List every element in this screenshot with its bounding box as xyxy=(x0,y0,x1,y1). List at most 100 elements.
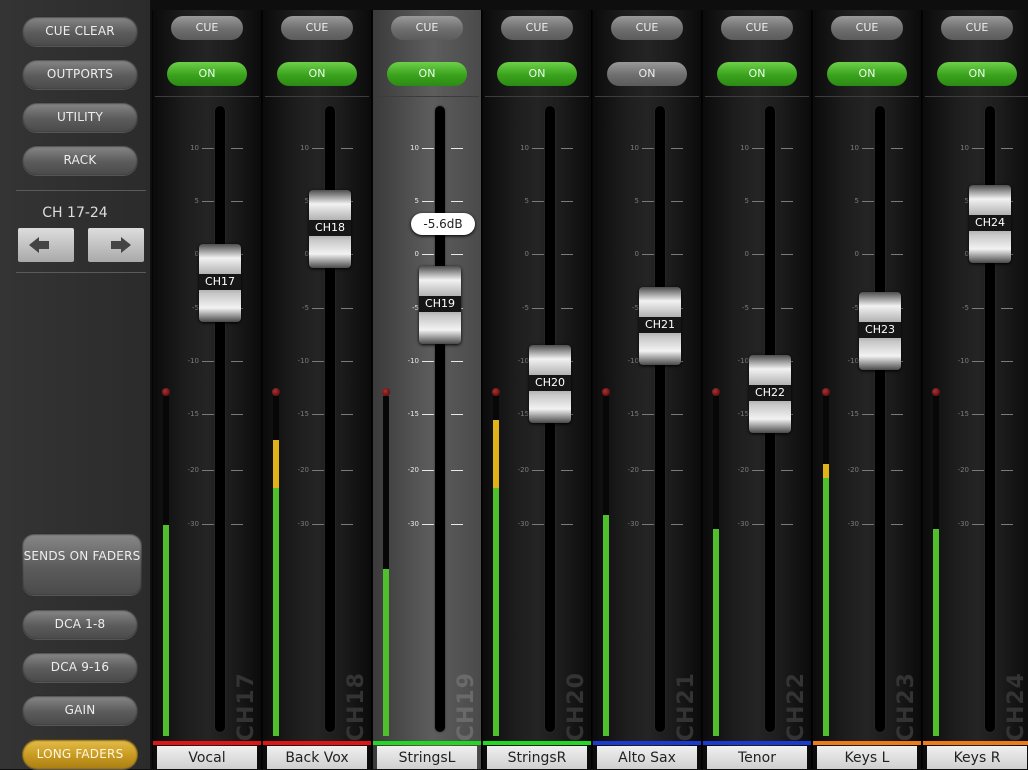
scale-label: -20 xyxy=(297,466,309,474)
scale-label: 5 xyxy=(634,197,639,205)
fader-knob[interactable]: CH17 xyxy=(199,244,241,322)
channel-color-bar xyxy=(373,741,481,745)
channel-name[interactable]: Keys L xyxy=(817,746,917,769)
scale-label: 0 xyxy=(854,250,859,258)
scale-label: -10 xyxy=(297,357,309,365)
rack-button[interactable]: RACK xyxy=(22,145,138,175)
channel-name[interactable]: Back Vox xyxy=(267,746,367,769)
cue-button[interactable]: CUE xyxy=(171,16,243,40)
cue-button[interactable]: CUE xyxy=(391,16,463,40)
channel-strip: CUE ON 10 5 0 -5 -10 -15 -20 xyxy=(702,10,812,769)
on-button[interactable]: ON xyxy=(607,62,687,86)
scale-label: 10 xyxy=(740,144,749,152)
scale-label: -10 xyxy=(187,357,199,365)
scale-label: -10 xyxy=(737,357,749,365)
dca-1-8-button[interactable]: DCA 1-8 xyxy=(22,609,138,639)
on-button[interactable]: ON xyxy=(937,62,1017,86)
dca-9-16-button[interactable]: DCA 9-16 xyxy=(22,652,138,682)
fader-track xyxy=(215,106,225,732)
channel-watermark: CH19 xyxy=(454,671,479,741)
channel-name[interactable]: Vocal xyxy=(157,746,257,769)
scale-label: -10 xyxy=(517,357,529,365)
on-button[interactable]: ON xyxy=(717,62,797,86)
fader-knob[interactable]: CH19 xyxy=(419,266,461,344)
scale-label: -30 xyxy=(187,520,199,528)
scale-label: -5 xyxy=(962,304,969,312)
scale-label: -15 xyxy=(957,410,969,418)
bank-label: CH 17-24 xyxy=(42,205,108,221)
fader-knob[interactable]: CH22 xyxy=(749,355,791,433)
fader-knob[interactable]: CH23 xyxy=(859,292,901,370)
cue-button[interactable]: CUE xyxy=(831,16,903,40)
scale-label: -20 xyxy=(627,466,639,474)
fader-label: CH21 xyxy=(639,317,681,333)
sidebar: CUE CLEAR OUTPORTS UTILITY RACK CH 17-24… xyxy=(0,0,151,769)
scale-label: -10 xyxy=(627,357,639,365)
channel-name[interactable]: Alto Sax xyxy=(597,746,697,769)
scale-label: 10 xyxy=(190,144,199,152)
fader-knob[interactable]: CH21 xyxy=(639,287,681,365)
meter-fill-yellow xyxy=(823,464,829,478)
channel-name[interactable]: Keys R xyxy=(927,746,1027,769)
scale-label: -30 xyxy=(407,520,419,528)
meter-fill xyxy=(713,529,719,736)
meter-fill xyxy=(273,488,279,736)
divider xyxy=(815,96,919,97)
peak-indicator xyxy=(272,388,280,396)
scale-label: -5 xyxy=(302,304,309,312)
cue-button[interactable]: CUE xyxy=(501,16,573,40)
scale-label: 10 xyxy=(960,144,969,152)
cue-button[interactable]: CUE xyxy=(281,16,353,40)
meter-fill xyxy=(383,569,389,736)
cue-button[interactable]: CUE xyxy=(721,16,793,40)
on-button[interactable]: ON xyxy=(827,62,907,86)
scale-label: -15 xyxy=(737,410,749,418)
divider xyxy=(705,96,809,97)
channel-watermark: CH24 xyxy=(1004,671,1028,741)
scale-label: -5 xyxy=(852,304,859,312)
cue-clear-button[interactable]: CUE CLEAR xyxy=(22,16,138,46)
scale-label: -5 xyxy=(632,304,639,312)
on-button[interactable]: ON xyxy=(277,62,357,86)
peak-indicator xyxy=(712,388,720,396)
scale-label: 0 xyxy=(744,250,749,258)
scale-label: -30 xyxy=(297,520,309,528)
level-meter xyxy=(493,396,499,736)
cue-button[interactable]: CUE xyxy=(941,16,1013,40)
channel-color-bar xyxy=(263,741,371,745)
scale-label: -5 xyxy=(412,304,419,312)
mixer-app: CUE CLEAR OUTPORTS UTILITY RACK CH 17-24… xyxy=(0,0,1028,769)
scale-label: 0 xyxy=(414,250,419,258)
channel-watermark: CH20 xyxy=(564,671,589,741)
channel-name[interactable]: Tenor xyxy=(707,746,807,769)
on-button[interactable]: ON xyxy=(497,62,577,86)
fader-knob[interactable]: CH24 xyxy=(969,185,1011,263)
fader-label: CH24 xyxy=(969,215,1011,231)
bank-prev-button[interactable] xyxy=(18,228,74,262)
long-faders-button[interactable]: LONG FADERS xyxy=(22,739,138,769)
channel-name[interactable]: StringsL xyxy=(377,746,477,769)
peak-indicator xyxy=(932,388,940,396)
channel-name[interactable]: StringsR xyxy=(487,746,587,769)
peak-indicator xyxy=(822,388,830,396)
cue-button[interactable]: CUE xyxy=(611,16,683,40)
fader-knob[interactable]: CH20 xyxy=(529,345,571,423)
fader-knob[interactable]: CH18 xyxy=(309,190,351,268)
on-button[interactable]: ON xyxy=(387,62,467,86)
channel-strip: CUE ON 10 5 0 -5 -10 -15 -20 xyxy=(592,10,702,769)
sends-on-faders-button[interactable]: SENDS ON FADERS xyxy=(22,533,142,595)
meter-fill xyxy=(603,515,609,736)
scale-label: -15 xyxy=(187,410,199,418)
gain-button[interactable]: GAIN xyxy=(22,695,138,725)
outports-button[interactable]: OUTPORTS xyxy=(22,59,138,89)
channel-strip: CUE ON 10 5 0 -5 -10 -15 -20 xyxy=(152,10,262,769)
utility-button[interactable]: UTILITY xyxy=(22,102,138,132)
level-meter xyxy=(823,396,829,736)
scale-label: 0 xyxy=(524,250,529,258)
meter-fill xyxy=(823,478,829,736)
bank-next-button[interactable] xyxy=(88,228,144,262)
scale-label: -15 xyxy=(627,410,639,418)
channel-strip: CUE ON 10 5 0 -5 -10 -15 -20 xyxy=(482,10,592,769)
on-button[interactable]: ON xyxy=(167,62,247,86)
scale-label: -10 xyxy=(847,357,859,365)
